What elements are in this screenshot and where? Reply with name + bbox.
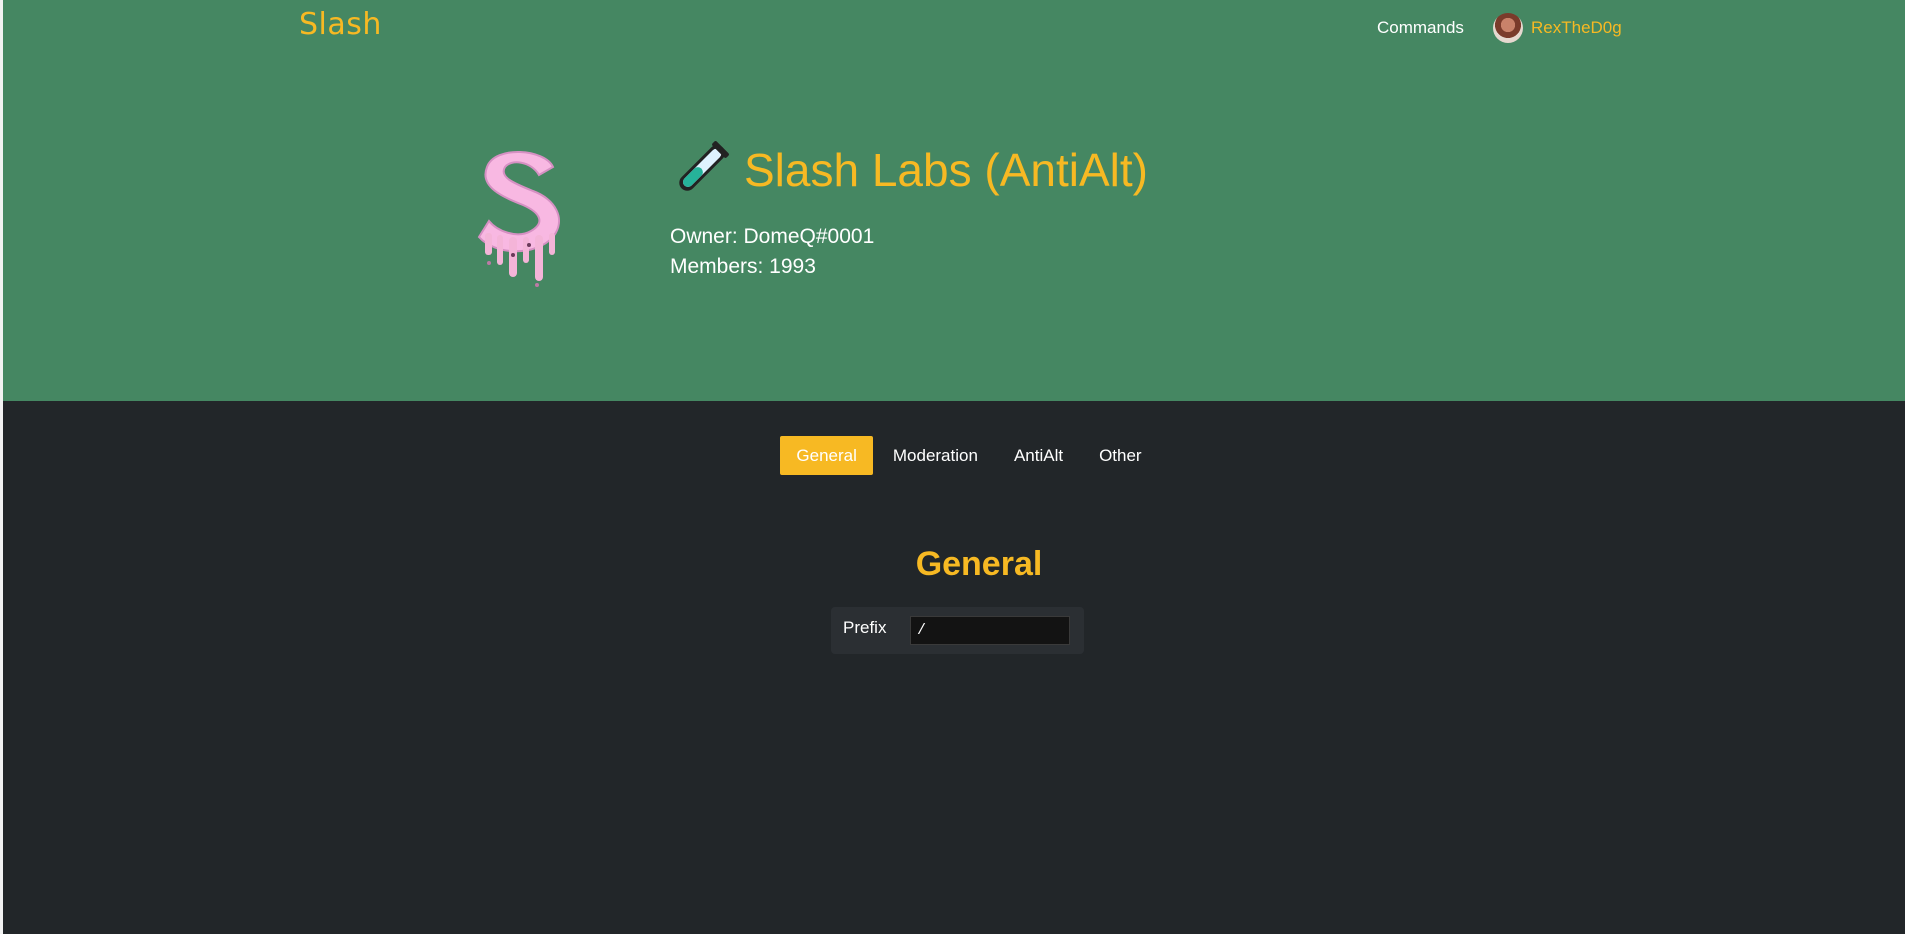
nav-commands-link[interactable]: Commands: [1377, 18, 1464, 38]
brand-logo-link[interactable]: Slash: [299, 7, 382, 42]
server-meta: Owner: DomeQ#0001 Members: 1993: [670, 222, 1148, 282]
user-menu[interactable]: RexTheD0g: [1493, 13, 1622, 43]
test-tube-icon: [679, 141, 729, 191]
server-info: Slash Labs (AntiAlt) Owner: DomeQ#0001 M…: [670, 140, 1148, 282]
tab-other[interactable]: Other: [1083, 436, 1158, 475]
avatar[interactable]: [1493, 13, 1523, 43]
user-name[interactable]: RexTheD0g: [1531, 18, 1622, 38]
page: Slash Commands RexTheD0g Slash Labs (Ant…: [0, 0, 1905, 934]
server-owner: Owner: DomeQ#0001: [670, 225, 875, 248]
tab-general[interactable]: General: [780, 436, 873, 475]
server-header: Slash Commands RexTheD0g Slash Labs (Ant…: [3, 0, 1905, 401]
prefix-input[interactable]: [910, 616, 1070, 645]
settings-tabs: General Moderation AntiAlt Other: [3, 436, 1905, 475]
server-title: Slash Labs (AntiAlt): [670, 140, 1148, 200]
server-logo-icon: [477, 151, 560, 287]
server-members: Members: 1993: [670, 255, 816, 278]
server-name: Slash Labs (AntiAlt): [744, 144, 1148, 196]
prefix-label: Prefix: [843, 617, 887, 637]
section-title: General: [915, 545, 1043, 583]
prefix-setting: Prefix: [831, 607, 1084, 654]
tab-moderation[interactable]: Moderation: [877, 436, 994, 475]
tab-antialt[interactable]: AntiAlt: [998, 436, 1079, 475]
